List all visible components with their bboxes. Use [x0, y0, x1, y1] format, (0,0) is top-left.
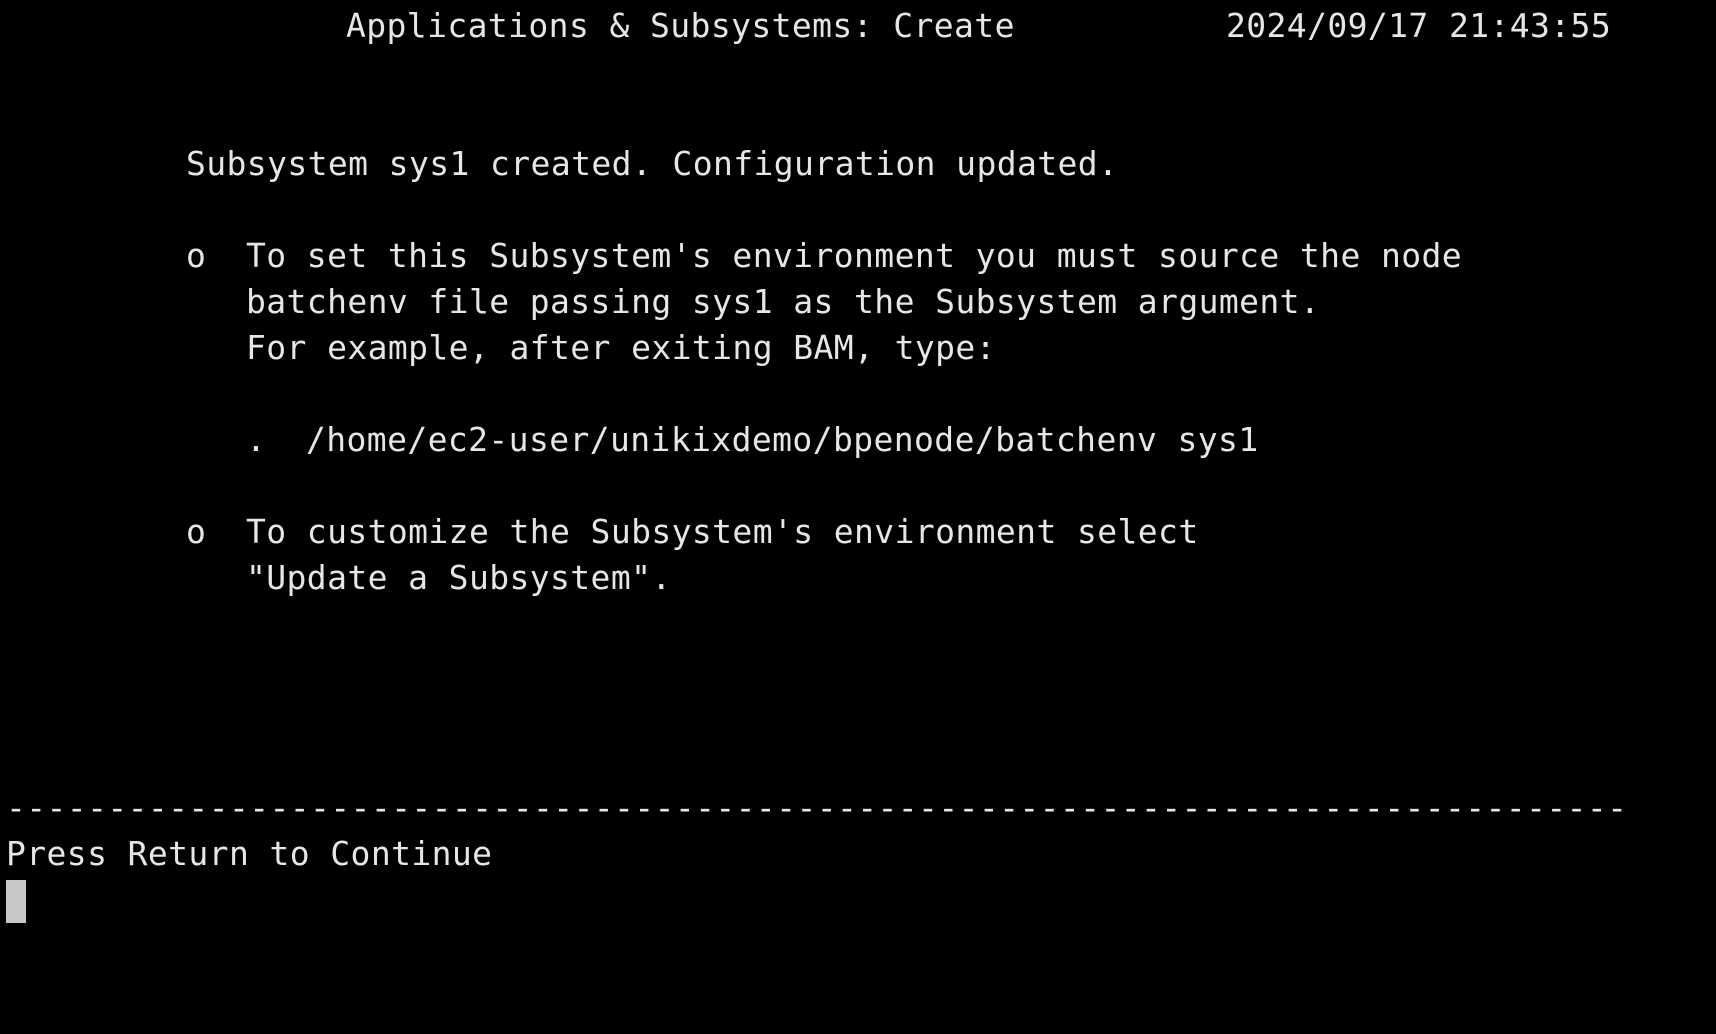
note-1-line-2: batchenv file passing sys1 as the Subsys… [246, 282, 1321, 321]
note-bullet-1: o [186, 236, 207, 275]
note-bullet-2: o [186, 512, 207, 551]
command-prefix: . [246, 420, 267, 459]
screen-title: Applications & Subsystems: Create [346, 6, 1015, 45]
footer-separator: ----------------------------------------… [6, 788, 1628, 827]
note-2-line-1: To customize the Subsystem's environment… [246, 512, 1199, 551]
status-message: Subsystem sys1 created. Configuration up… [186, 144, 1119, 183]
terminal-window[interactable]: Applications & Subsystems: Create 2024/0… [0, 0, 1716, 1034]
note-2-line-2: "Update a Subsystem". [246, 558, 672, 597]
note-1-line-1: To set this Subsystem's environment you … [246, 236, 1463, 275]
text-cursor[interactable] [6, 880, 26, 923]
screen-timestamp: 2024/09/17 21:43:55 [1226, 6, 1612, 45]
note-1-line-3: For example, after exiting BAM, type: [246, 328, 996, 367]
command-example: /home/ec2-user/unikixdemo/bpenode/batche… [306, 420, 1259, 459]
continue-prompt: Press Return to Continue [6, 834, 493, 873]
